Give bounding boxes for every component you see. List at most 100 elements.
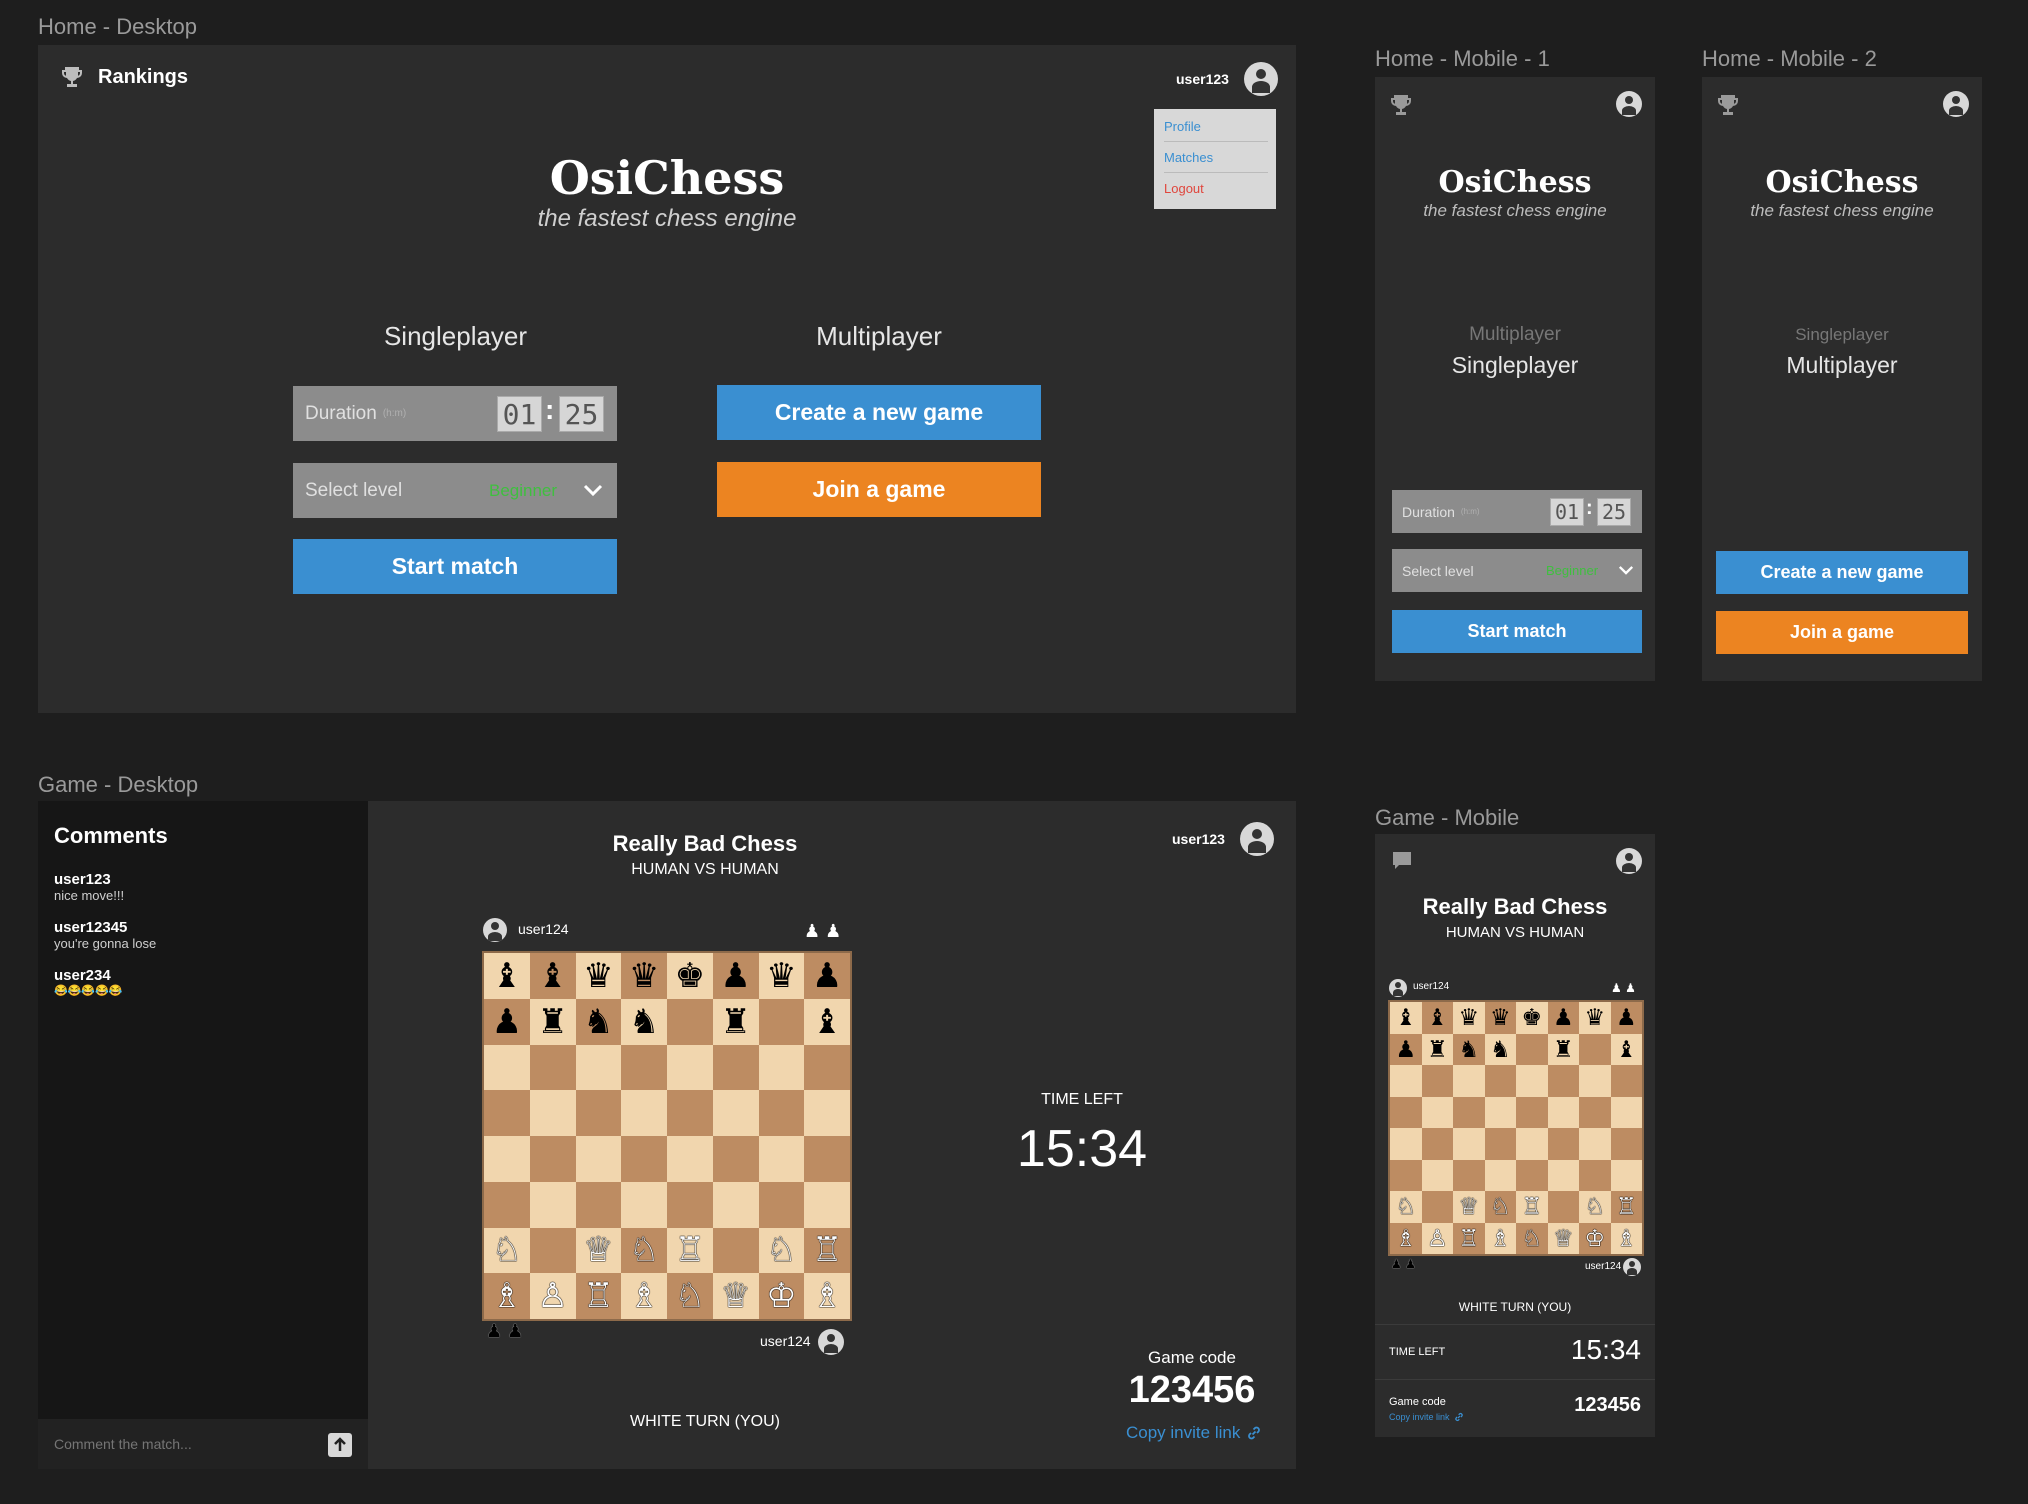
black-piece[interactable]: ♝	[537, 959, 567, 993]
white-piece[interactable]: ♗	[1616, 1226, 1637, 1250]
board-square[interactable]: ♟	[1547, 1002, 1579, 1034]
board-square[interactable]	[1453, 1096, 1485, 1128]
board-square[interactable]	[804, 1136, 850, 1182]
board-square[interactable]: ♛	[621, 953, 667, 999]
board-square[interactable]: ♝	[804, 998, 850, 1045]
black-piece[interactable]: ♚	[1521, 1006, 1542, 1029]
level-select[interactable]: Select level Beginner	[293, 463, 617, 518]
menu-item-profile[interactable]: Profile	[1164, 119, 1201, 134]
board-square[interactable]	[1516, 1096, 1548, 1128]
tab-singleplayer[interactable]: Singleplayer	[1375, 352, 1655, 379]
white-piece[interactable]: ♘	[1490, 1195, 1511, 1218]
white-piece[interactable]: ♔	[766, 1279, 796, 1313]
board-square[interactable]	[529, 1136, 576, 1182]
board-square[interactable]	[1547, 1096, 1579, 1128]
white-piece[interactable]: ♖	[675, 1233, 705, 1267]
board-square[interactable]	[712, 1136, 759, 1182]
board-square[interactable]: ♗	[621, 1273, 667, 1319]
board-square[interactable]	[484, 1044, 530, 1091]
board-square[interactable]: ♝	[529, 953, 576, 999]
board-square[interactable]: ♔	[758, 1273, 805, 1319]
board-square[interactable]	[1579, 1096, 1611, 1128]
white-piece[interactable]: ♙	[1427, 1226, 1448, 1250]
board-square[interactable]	[758, 1090, 805, 1136]
board-square[interactable]: ♗	[484, 1273, 530, 1319]
board-square[interactable]	[1390, 1065, 1422, 1097]
board-square[interactable]: ♞	[1484, 1033, 1516, 1065]
white-piece[interactable]: ♗	[1490, 1226, 1511, 1250]
board-square[interactable]: ♖	[667, 1227, 713, 1274]
board-square[interactable]: ♔	[1579, 1222, 1611, 1254]
black-piece[interactable]: ♞	[1490, 1037, 1511, 1061]
white-piece[interactable]: ♔	[1584, 1226, 1605, 1250]
black-piece[interactable]: ♜	[537, 1005, 567, 1039]
white-piece[interactable]: ♖	[583, 1279, 613, 1313]
white-piece[interactable]: ♕	[583, 1233, 613, 1267]
user-avatar-icon[interactable]	[1616, 848, 1642, 874]
board-square[interactable]: ♘	[1390, 1191, 1422, 1223]
duration-field[interactable]: Duration (h:m) 01 : 25	[1392, 490, 1642, 533]
board-square[interactable]: ♛	[1579, 1002, 1611, 1034]
board-square[interactable]	[575, 1044, 622, 1091]
board-square[interactable]	[712, 1044, 759, 1091]
black-piece[interactable]: ♝	[812, 1005, 842, 1039]
join-game-button[interactable]: Join a game	[1716, 611, 1968, 654]
board-square[interactable]: ♕	[1453, 1191, 1485, 1223]
board-square[interactable]	[804, 1090, 850, 1136]
copy-invite-link[interactable]: Copy invite link	[1126, 1423, 1262, 1443]
white-piece[interactable]: ♘	[492, 1233, 522, 1267]
black-piece[interactable]: ♟	[720, 959, 750, 993]
board-square[interactable]	[1421, 1096, 1453, 1128]
board-square[interactable]: ♕	[712, 1273, 759, 1319]
board-square[interactable]	[1610, 1065, 1642, 1097]
board-square[interactable]	[804, 1181, 850, 1228]
trophy-icon[interactable]	[1389, 93, 1413, 117]
board-square[interactable]	[1390, 1159, 1422, 1191]
board-square[interactable]	[621, 1044, 667, 1091]
black-piece[interactable]: ♟	[1616, 1006, 1637, 1029]
board-square[interactable]	[621, 1136, 667, 1182]
board-square[interactable]	[758, 1136, 805, 1182]
board-square[interactable]	[529, 1090, 576, 1136]
black-piece[interactable]: ♜	[1553, 1037, 1574, 1061]
board-square[interactable]	[1579, 1128, 1611, 1160]
board-square[interactable]: ♝	[484, 953, 530, 999]
duration-field[interactable]: Duration (h:m) 01 : 25	[293, 386, 617, 441]
black-piece[interactable]: ♛	[629, 959, 659, 993]
white-piece[interactable]: ♖	[812, 1233, 842, 1267]
board-square[interactable]	[1484, 1128, 1516, 1160]
white-piece[interactable]: ♘	[766, 1233, 796, 1267]
board-square[interactable]	[484, 1136, 530, 1182]
board-square[interactable]: ♘	[1516, 1222, 1548, 1254]
board-square[interactable]: ♗	[1610, 1222, 1642, 1254]
start-match-button[interactable]: Start match	[1392, 610, 1642, 653]
white-piece[interactable]: ♗	[812, 1279, 842, 1313]
black-piece[interactable]: ♝	[1616, 1037, 1637, 1061]
board-square[interactable]: ♟	[484, 998, 530, 1045]
board-square[interactable]: ♝	[1390, 1002, 1422, 1034]
board-square[interactable]: ♜	[1547, 1033, 1579, 1065]
board-square[interactable]	[1421, 1128, 1453, 1160]
tab-multiplayer[interactable]: Multiplayer	[1375, 324, 1655, 346]
tab-singleplayer[interactable]: Singleplayer	[1702, 325, 1982, 345]
board-square[interactable]	[621, 1090, 667, 1136]
board-square[interactable]: ♖	[1516, 1191, 1548, 1223]
level-select[interactable]: Select level Beginner	[1392, 549, 1642, 592]
hours-input[interactable]: 01	[497, 396, 542, 432]
board-square[interactable]	[1516, 1065, 1548, 1097]
white-piece[interactable]: ♖	[1616, 1195, 1637, 1218]
board-square[interactable]: ♕	[1547, 1222, 1579, 1254]
board-square[interactable]	[1421, 1191, 1453, 1223]
white-piece[interactable]: ♗	[629, 1279, 659, 1313]
board-square[interactable]	[1610, 1128, 1642, 1160]
chat-icon[interactable]	[1391, 850, 1413, 872]
board-square[interactable]: ♜	[1421, 1033, 1453, 1065]
black-piece[interactable]: ♟	[1395, 1037, 1416, 1061]
board-square[interactable]: ♘	[1579, 1191, 1611, 1223]
board-square[interactable]	[1484, 1065, 1516, 1097]
copy-invite-link[interactable]: Copy invite link	[1389, 1412, 1464, 1422]
board-square[interactable]	[1579, 1033, 1611, 1065]
black-piece[interactable]: ♚	[675, 959, 705, 993]
board-square[interactable]	[1516, 1128, 1548, 1160]
start-match-button[interactable]: Start match	[293, 539, 617, 594]
